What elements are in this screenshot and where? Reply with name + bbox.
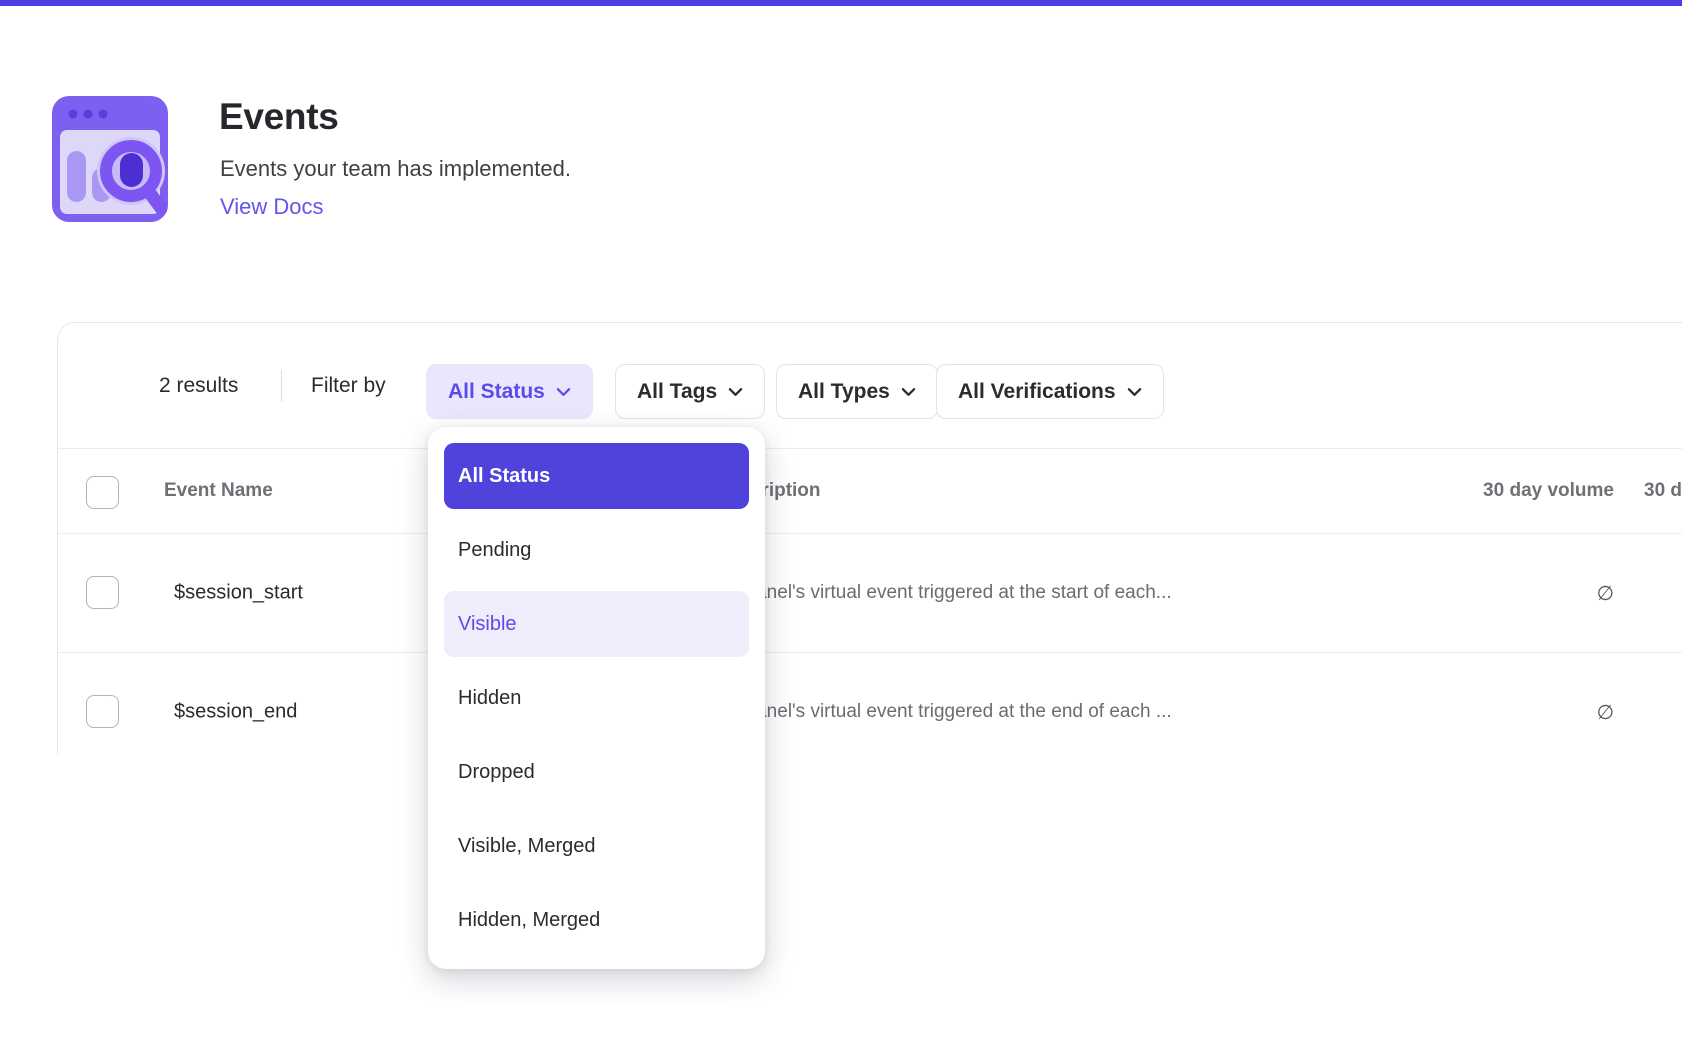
dropdown-item-hidden-merged[interactable]: Hidden, Merged: [444, 887, 749, 953]
events-window-chart-icon: [52, 96, 168, 222]
table-row[interactable]: $session_start Mixpanel's virtual event …: [58, 534, 1682, 652]
chevron-down-icon: [1127, 387, 1142, 397]
filter-all-verifications-button[interactable]: All Verifications: [936, 364, 1164, 419]
dropdown-item-dropped[interactable]: Dropped: [444, 739, 749, 805]
event-name-cell[interactable]: $session_end: [174, 700, 297, 723]
event-description-cell: Mixpanel's virtual event triggered at th…: [716, 701, 1172, 723]
dropdown-item-hidden[interactable]: Hidden: [444, 665, 749, 731]
events-page: Events Events your team has implemented.…: [0, 0, 1682, 1046]
table-header-row: Event Name Description 30 day volume 30 …: [58, 448, 1682, 534]
filter-all-status-label: All Status: [448, 380, 545, 404]
event-volume-cell: ∅: [1414, 581, 1614, 605]
event-name-cell[interactable]: $session_start: [174, 582, 303, 605]
dropdown-item-visible[interactable]: Visible: [444, 591, 749, 657]
filter-all-tags-button[interactable]: All Tags: [615, 364, 765, 419]
dropdown-item-all-status[interactable]: All Status: [444, 443, 749, 509]
filter-all-types-label: All Types: [798, 380, 890, 404]
filter-all-tags-label: All Tags: [637, 380, 717, 404]
chevron-down-icon: [556, 387, 571, 397]
filter-all-verifications-label: All Verifications: [958, 380, 1116, 404]
table-row[interactable]: $session_end Mixpanel's virtual event tr…: [58, 652, 1682, 770]
column-header-clipped: 30 d: [1644, 480, 1682, 502]
row-checkbox[interactable]: [86, 695, 119, 728]
dropdown-item-visible-merged[interactable]: Visible, Merged: [444, 813, 749, 879]
filter-all-types-button[interactable]: All Types: [776, 364, 938, 419]
event-volume-cell: ∅: [1414, 700, 1614, 724]
results-count: 2 results: [159, 323, 238, 448]
filter-by-label: Filter by: [311, 323, 386, 448]
column-header-30-day-volume: 30 day volume: [1414, 480, 1614, 502]
chevron-down-icon: [728, 387, 743, 397]
toolbar-divider: [281, 370, 282, 402]
column-header-event-name: Event Name: [164, 480, 273, 502]
filter-all-status-button[interactable]: All Status: [426, 364, 593, 419]
top-accent-bar: [0, 0, 1682, 6]
row-checkbox[interactable]: [86, 576, 119, 609]
select-all-checkbox[interactable]: [86, 476, 119, 509]
page-title: Events: [219, 97, 339, 138]
chevron-down-icon: [901, 387, 916, 397]
view-docs-link[interactable]: View Docs: [220, 194, 324, 220]
page-subtitle: Events your team has implemented.: [220, 156, 571, 182]
status-dropdown-menu: All Status Pending Visible Hidden Droppe…: [428, 427, 765, 969]
dropdown-item-pending[interactable]: Pending: [444, 517, 749, 583]
event-description-cell: Mixpanel's virtual event triggered at th…: [716, 582, 1172, 604]
events-card: 2 results Filter by All Status All Tags …: [57, 322, 1682, 769]
